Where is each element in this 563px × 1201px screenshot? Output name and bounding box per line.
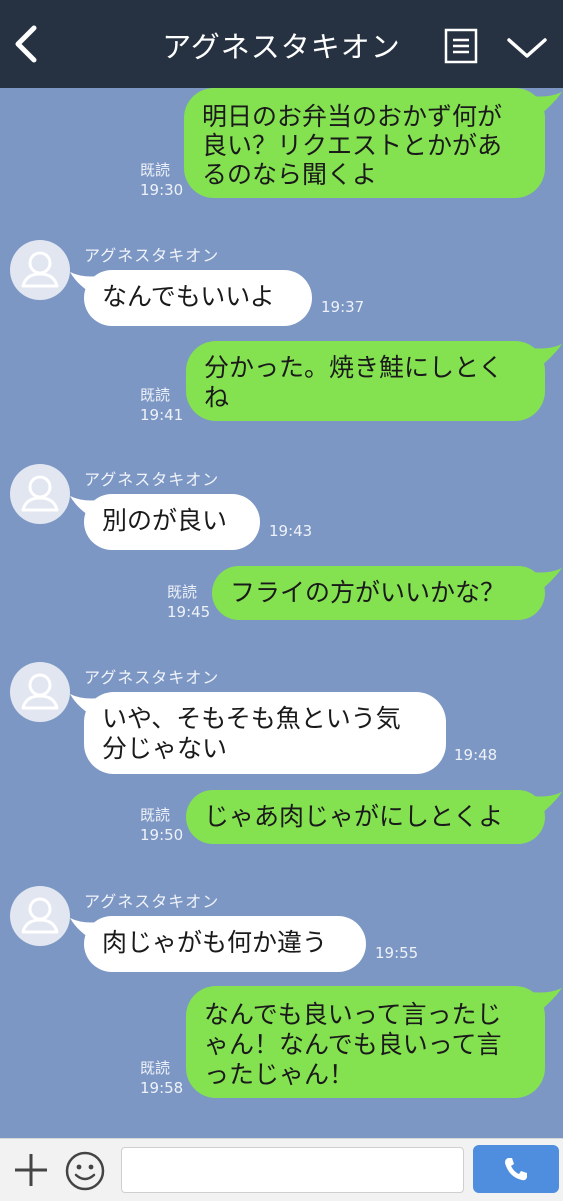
incoming-message[interactable]: いや、そもそも魚という気 分じゃない — [84, 692, 446, 774]
bubble-tail — [70, 272, 100, 296]
chat-header: アグネスタキオン — [0, 0, 563, 88]
bubble-tail — [70, 694, 100, 718]
avatar[interactable] — [10, 464, 70, 524]
message-time: 19:30 — [140, 181, 184, 199]
message-line: 肉じゃがも何か違う — [102, 928, 328, 957]
sender-name: アグネスタキオン — [84, 892, 220, 911]
read-receipt: 既読 19:41 — [140, 385, 183, 425]
message-line: 別のが良い — [102, 506, 228, 535]
message-line: なんでもいいよ — [102, 282, 275, 311]
message-line: ったじゃん！ — [204, 1060, 355, 1089]
read-label: 既読 — [140, 386, 171, 404]
read-receipt: 既読 19:58 — [140, 1058, 183, 1098]
sender-name: アグネスタキオン — [84, 668, 220, 687]
message-line: いや、そもそも魚という気 — [102, 704, 401, 733]
read-receipt: 既読 19:45 — [167, 582, 210, 622]
notes-icon[interactable] — [444, 28, 478, 64]
default-avatar-icon — [21, 897, 59, 934]
avatar[interactable] — [10, 662, 70, 722]
bubble-tail — [530, 988, 562, 1014]
outgoing-message[interactable]: 明日のお弁当のおかず何が 良い？リクエストとかがあ るのなら聞くよ — [184, 88, 545, 198]
read-label: 既読 — [140, 806, 171, 824]
default-avatar-icon — [21, 251, 59, 288]
sender-name: アグネスタキオン — [84, 470, 220, 489]
message-time: 19:55 — [375, 944, 419, 962]
message-input-bar — [0, 1138, 563, 1201]
outgoing-message[interactable]: じゃあ肉じゃがにしとくよ — [186, 790, 545, 844]
bubble-tail — [530, 92, 562, 118]
message-line: 分じゃない — [102, 734, 228, 763]
incoming-message[interactable]: なんでもいいよ — [84, 270, 312, 326]
chat-title: アグネスタキオン — [162, 30, 401, 64]
message-input[interactable] — [121, 1147, 464, 1193]
emoji-icon[interactable] — [64, 1150, 106, 1192]
incoming-message[interactable]: 肉じゃがも何か違う — [84, 916, 366, 972]
chevron-down-icon[interactable] — [505, 34, 549, 62]
message-line: ゃん！なんでも良いって言 — [204, 1030, 502, 1059]
message-time: 19:58 — [140, 1079, 184, 1097]
read-receipt: 既読 19:50 — [140, 805, 183, 845]
plus-icon[interactable] — [12, 1151, 50, 1189]
read-label: 既読 — [140, 1059, 171, 1077]
message-time: 19:43 — [269, 522, 313, 540]
read-receipt: 既読 19:30 — [140, 160, 183, 200]
call-button[interactable] — [473, 1145, 559, 1193]
read-label: 既読 — [167, 583, 198, 601]
avatar[interactable] — [10, 240, 70, 300]
message-line: ね — [204, 383, 230, 412]
message-line: 分かった。焼き鮭にしとく — [204, 353, 504, 382]
chat-area[interactable]: 明日のお弁当のおかず何が 良い？リクエストとかがあ るのなら聞くよ 既読 19:… — [0, 88, 563, 1138]
message-time: 19:45 — [167, 603, 211, 621]
default-avatar-icon — [21, 673, 59, 710]
outgoing-message[interactable]: なんでも良いって言ったじ ゃん！なんでも良いって言 ったじゃん！ — [186, 986, 545, 1098]
message-time: 19:48 — [454, 746, 498, 764]
message-time: 19:37 — [321, 298, 365, 316]
bubble-tail — [70, 496, 100, 520]
bubble-tail — [530, 792, 562, 818]
outgoing-message[interactable]: 分かった。焼き鮭にしとく ね — [186, 341, 545, 421]
outgoing-message[interactable]: フライの方がいいかな？ — [212, 566, 545, 620]
incoming-message[interactable]: 別のが良い — [84, 494, 260, 550]
message-line: なんでも良いって言ったじ — [204, 1000, 502, 1029]
message-line: フライの方がいいかな？ — [230, 578, 506, 607]
bubble-tail — [530, 568, 562, 594]
phone-icon — [505, 1158, 527, 1181]
message-time: 19:41 — [140, 406, 184, 424]
message-time: 19:50 — [140, 826, 184, 844]
sender-name: アグネスタキオン — [84, 246, 220, 265]
message-line: るのなら聞くよ — [202, 160, 378, 189]
message-line: じゃあ肉じゃがにしとくよ — [204, 802, 504, 831]
avatar[interactable] — [10, 886, 70, 946]
default-avatar-icon — [21, 475, 59, 512]
bubble-tail — [530, 344, 562, 370]
bubble-tail — [70, 918, 100, 942]
read-label: 既読 — [140, 161, 171, 179]
